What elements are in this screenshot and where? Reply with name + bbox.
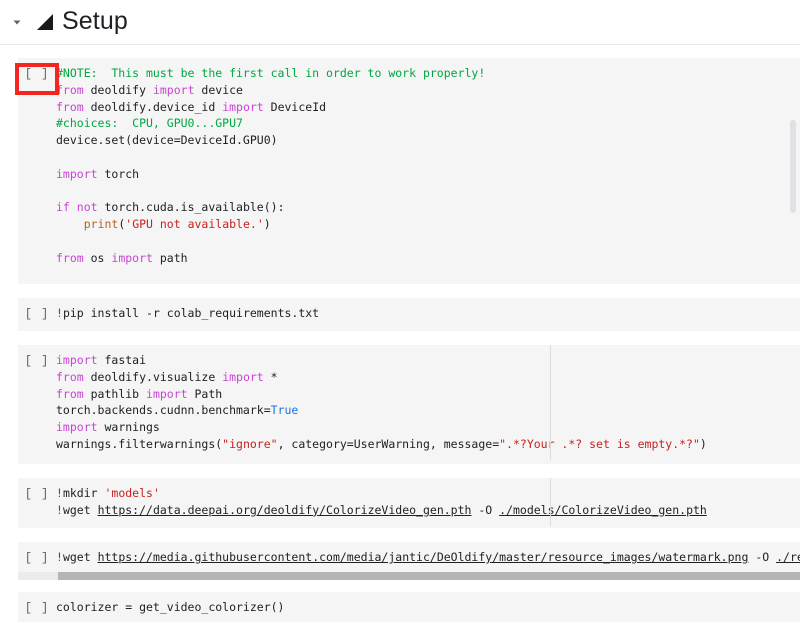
mod-visualize: deoldify.visualize — [83, 369, 223, 384]
shell-bang-4b: ! — [56, 502, 63, 517]
call-filterwarnings: warnings.filterwarnings( — [56, 436, 223, 451]
string-gpu-not-available: 'GPU not available.' — [125, 217, 264, 232]
code-content-cell-4[interactable]: !mkdir 'models' !wget https://data.deepa… — [56, 478, 800, 526]
kw-from-2: from — [56, 99, 84, 114]
shell-cmd-wget-watermark: wget — [62, 550, 98, 564]
code-line-device-set: device.set(device=DeviceId.GPU0) — [56, 133, 278, 148]
kw-import-star: import — [222, 369, 264, 384]
mod-device-id: deoldify.device_id — [83, 99, 223, 114]
code-content-cell-6[interactable]: colorizer = get_video_colorizer() — [56, 592, 800, 622]
sym-path: path — [152, 250, 188, 265]
sym-torch: torch — [97, 166, 140, 181]
flag-output-4: -O — [471, 502, 500, 517]
kw-from-1: from — [56, 82, 84, 97]
kw-import-2: import — [222, 99, 264, 114]
kw-if: if — [56, 200, 70, 215]
shell-bang-5: ! — [56, 550, 63, 564]
kw-import-fastai: import — [56, 353, 98, 367]
run-button-cell-5[interactable]: [ ] — [18, 542, 56, 565]
sym-warnings: warnings — [97, 420, 160, 435]
shell-cmd-wget-model: wget — [62, 502, 98, 517]
code-comment-choices: #choices: CPU, GPU0...GPU7 — [56, 116, 243, 131]
code-comment-note: #NOTE: This must be the first call in or… — [56, 66, 486, 80]
string-message-regex: ".*?Your .*? set is empty.*?" — [499, 436, 700, 451]
expr-colorizer-assign: colorizer = get_video_colorizer() — [56, 600, 285, 614]
flag-output-5: -O — [748, 550, 777, 564]
code-cell-imports[interactable]: [ ] import fastai from deoldify.visualiz… — [18, 345, 800, 464]
link-watermark-url[interactable]: https://media.githubusercontent.com/medi… — [98, 550, 749, 564]
code-cell-download-watermark[interactable]: [ ] !wget https://media.githubuserconten… — [18, 542, 800, 580]
link-watermark-output-path[interactable]: ./resource_imag — [776, 550, 800, 564]
paren-close-1: ) — [263, 217, 271, 232]
code-content-cell-2[interactable]: !pip install -r colab_requirements.txt — [56, 298, 800, 329]
builtin-print: print — [83, 217, 119, 232]
kw-from-pathlib: from — [56, 386, 84, 401]
run-button-cell-4[interactable]: [ ] — [18, 478, 56, 501]
kw-from-os: from — [56, 250, 84, 265]
section-header: Setup — [0, 0, 800, 44]
shell-bang-4a: ! — [56, 486, 63, 500]
sym-star: * — [263, 369, 278, 384]
string-models-dir: 'models' — [104, 486, 160, 500]
sym-pathcls: Path — [187, 386, 223, 401]
filled-triangle-icon — [32, 9, 58, 35]
code-cell-colorizer[interactable]: [ ] colorizer = get_video_colorizer() — [18, 592, 800, 622]
indent-1 — [56, 217, 84, 231]
shell-bang-2: ! — [56, 306, 63, 320]
link-model-output-path[interactable]: ./models/ColorizeVideo_gen.pth — [499, 503, 707, 517]
code-content-cell-3[interactable]: import fastai from deoldify.visualize im… — [56, 345, 800, 460]
expr-cuda-available: torch.cuda.is_available(): — [97, 200, 285, 215]
kw-import-pathcls: import — [146, 386, 188, 401]
code-cell-pip-install[interactable]: [ ] !pip install -r colab_requirements.t… — [18, 298, 800, 331]
kw-import-path: import — [111, 250, 153, 265]
run-button-cell-1[interactable]: [ ] — [18, 58, 56, 81]
arg-category: , category=UserWarning, message= — [277, 436, 500, 451]
run-button-cell-3[interactable]: [ ] — [18, 345, 56, 368]
run-button-cell-6[interactable]: [ ] — [18, 592, 56, 615]
page-title: Setup — [62, 6, 128, 35]
sym-device: device — [194, 82, 243, 97]
shell-cmd-mkdir: mkdir — [62, 486, 105, 500]
mod-deoldify: deoldify — [83, 82, 153, 97]
string-ignore: "ignore" — [222, 436, 278, 451]
sym-fastai: fastai — [97, 353, 147, 367]
sym-deviceid: DeviceId — [263, 99, 327, 114]
literal-true: True — [270, 403, 299, 418]
cell-4-column-ruler — [550, 478, 551, 526]
mod-os: os — [83, 250, 112, 265]
cell-1-vertical-scrollbar[interactable] — [790, 120, 796, 213]
code-cell-device-setup[interactable]: [ ] #NOTE: This must be the first call i… — [18, 58, 800, 284]
expr-cudnn-benchmark: torch.backends.cudnn.benchmark= — [56, 403, 271, 418]
paren-close-3: ) — [699, 436, 707, 451]
kw-not: not — [69, 200, 98, 215]
code-content-cell-1[interactable]: #NOTE: This must be the first call in or… — [56, 58, 800, 274]
kw-import-1: import — [152, 82, 195, 97]
kw-import-torch: import — [56, 166, 98, 181]
run-button-cell-2[interactable]: [ ] — [18, 298, 56, 321]
cell-3-column-ruler — [550, 345, 551, 460]
kw-import-warnings: import — [56, 420, 98, 435]
cell-5-horizontal-scrollbar-thumb[interactable] — [58, 572, 800, 580]
shell-cmd-pip: pip install -r colab_requirements.txt — [62, 306, 320, 320]
mod-pathlib: pathlib — [83, 386, 147, 401]
link-colorize-video-model-url[interactable]: https://data.deepai.org/deoldify/Coloriz… — [98, 503, 472, 517]
code-cell-download-model[interactable]: [ ] !mkdir 'models' !wget https://data.d… — [18, 478, 800, 528]
notebook-body: [ ] #NOTE: This must be the first call i… — [0, 45, 800, 622]
collapse-caret-icon[interactable] — [8, 13, 26, 31]
kw-from-visualize: from — [56, 369, 84, 384]
